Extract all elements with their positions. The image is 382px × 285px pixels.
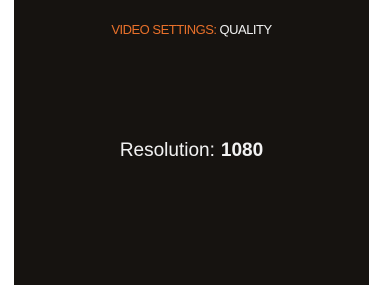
resolution-label: Resolution:: [119, 140, 215, 161]
header-page-title: QUALITY: [219, 22, 273, 37]
settings-screen: VIDEO SETTINGS: QUALITY Resolution: 1080: [14, 0, 369, 285]
resolution-setting[interactable]: Resolution: 1080: [14, 140, 369, 162]
screen-header: VIDEO SETTINGS: QUALITY: [14, 22, 369, 37]
resolution-value[interactable]: 1080: [221, 140, 263, 161]
header-category: VIDEO SETTINGS:: [111, 22, 217, 37]
